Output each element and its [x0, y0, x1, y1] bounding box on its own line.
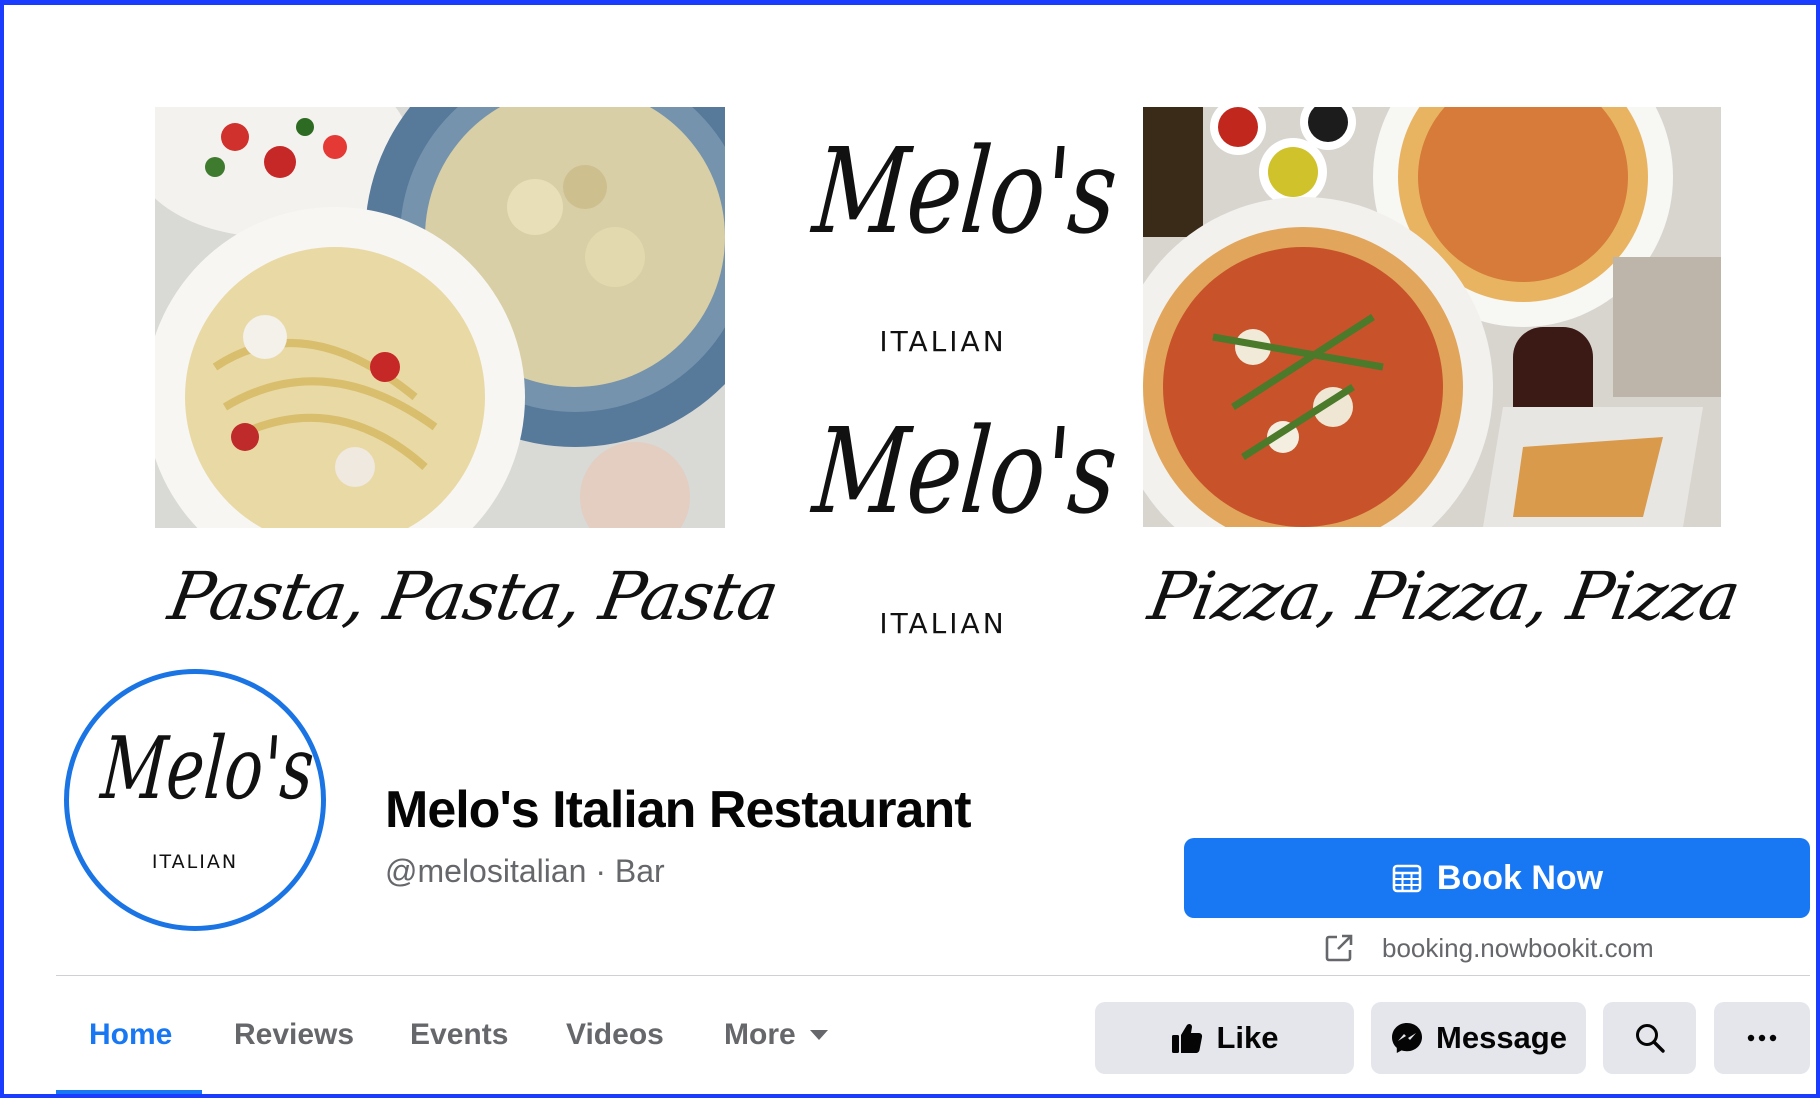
tab-home[interactable]: Home	[89, 1018, 172, 1052]
page-title: Melo's Italian Restaurant	[385, 781, 972, 839]
message-button[interactable]: Message	[1371, 1002, 1586, 1074]
booking-link-text: booking.nowbookit.com	[1382, 932, 1654, 963]
profile-avatar[interactable]: Melo's ITALIAN	[64, 669, 326, 931]
header-divider	[56, 975, 1810, 976]
book-now-button[interactable]: Book Now	[1184, 838, 1810, 918]
cover-logo-bottom: Melo's	[808, 402, 1122, 540]
calendar-icon	[1392, 864, 1422, 893]
booking-link[interactable]: booking.nowbookit.com	[1324, 928, 1654, 968]
avatar-logo-text: Melo's	[97, 719, 318, 819]
caret-down-icon	[809, 1030, 828, 1040]
cover-caption-pasta: Pasta, Pasta, Pasta	[163, 558, 784, 635]
more-dots-icon	[1747, 1034, 1777, 1042]
pizza-photo	[1143, 107, 1721, 527]
thumbs-up-icon	[1172, 1023, 1203, 1053]
search-button[interactable]	[1603, 1002, 1696, 1074]
tab-videos[interactable]: Videos	[566, 1018, 664, 1052]
pasta-photo	[155, 107, 725, 528]
cover-photo[interactable]: Melo's ITALIAN Melo's ITALIAN Pasta, Pas…	[0, 0, 1820, 700]
tab-home-indicator	[56, 1090, 202, 1095]
cover-logo-top: Melo's	[808, 122, 1122, 260]
tab-events[interactable]: Events	[410, 1018, 508, 1052]
like-button[interactable]: Like	[1095, 1002, 1354, 1074]
tab-more[interactable]: More	[724, 1018, 828, 1052]
tab-reviews[interactable]: Reviews	[234, 1018, 354, 1052]
book-now-label: Book Now	[1436, 858, 1604, 897]
tab-more-label: More	[724, 1018, 796, 1051]
external-link-icon	[1325, 934, 1353, 962]
search-icon	[1635, 1024, 1665, 1053]
message-label: Message	[1436, 1020, 1567, 1055]
cover-logo-bottom-sub: ITALIAN	[879, 607, 1007, 640]
cover-logo-top-sub: ITALIAN	[879, 325, 1007, 358]
avatar-logo-sub: ITALIAN	[151, 851, 239, 873]
more-options-button[interactable]	[1714, 1002, 1810, 1074]
messenger-icon	[1392, 1023, 1423, 1053]
page-handle-category: @melositalian · Bar	[385, 853, 665, 889]
like-label: Like	[1216, 1020, 1279, 1055]
cover-caption-pizza: Pizza, Pizza, Pizza	[1143, 558, 1745, 635]
